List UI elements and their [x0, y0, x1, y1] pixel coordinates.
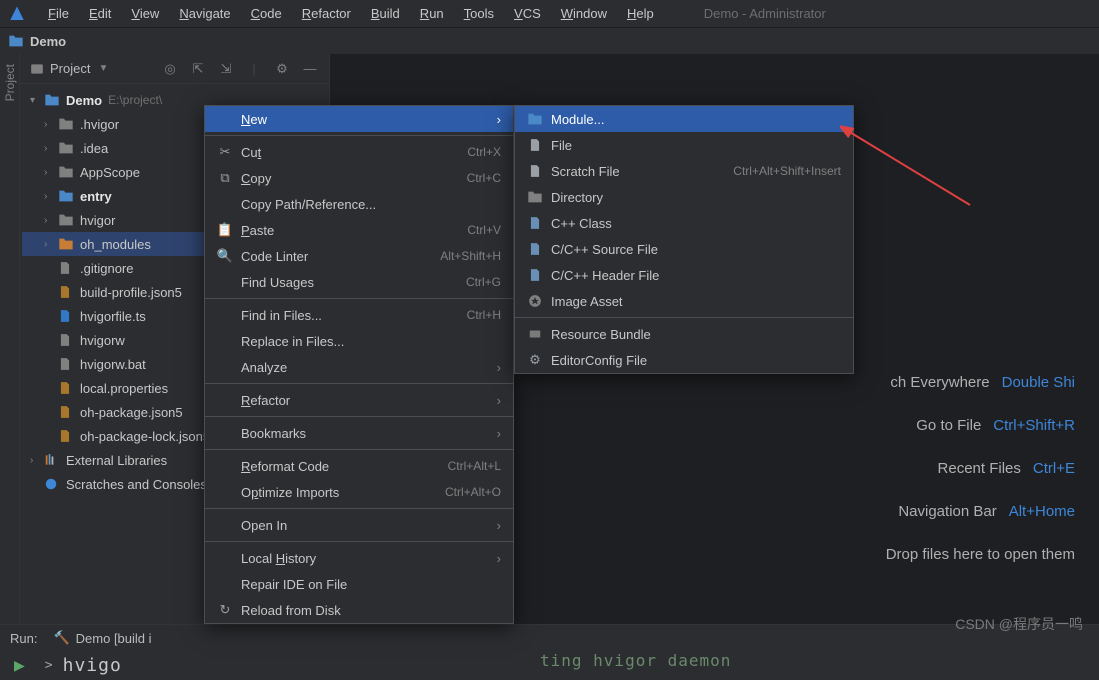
menu-item[interactable]: ⧉CopyCtrl+C	[205, 165, 513, 191]
menu-item[interactable]: Open In›	[205, 512, 513, 538]
menu-item[interactable]: Repair IDE on File	[205, 571, 513, 597]
menu-item[interactable]: File	[515, 132, 853, 158]
side-tab-project[interactable]: Project	[0, 54, 20, 624]
target-icon[interactable]: ◎	[161, 60, 179, 78]
menu-item[interactable]: C/C++ Source File	[515, 236, 853, 262]
menubar: FileEditViewNavigateCodeRefactorBuildRun…	[0, 0, 1099, 28]
menu-item[interactable]: Directory	[515, 184, 853, 210]
watermark: CSDN @程序员一鸣	[955, 614, 1083, 634]
run-config: Demo [build i	[76, 631, 152, 646]
folder-icon	[8, 34, 24, 48]
project-icon	[30, 62, 44, 76]
menu-item[interactable]: Image Asset	[515, 288, 853, 314]
chevron-right-icon: ›	[30, 455, 44, 466]
menu-tools[interactable]: Tools	[454, 2, 504, 25]
welcome-hint: Drop files here to open them	[886, 546, 1075, 563]
menu-item[interactable]: New›	[205, 106, 513, 132]
menu-item[interactable]: Resource Bundle	[515, 321, 853, 347]
context-menu: New› ✂CutCtrl+X⧉CopyCtrl+CCopy Path/Refer…	[204, 105, 514, 624]
divider: |	[245, 60, 263, 78]
breadcrumb[interactable]: Demo	[0, 28, 1099, 54]
menu-vcs[interactable]: VCS	[504, 2, 551, 25]
menu-item[interactable]: Module...	[515, 106, 853, 132]
gear-icon[interactable]: ⚙	[273, 60, 291, 78]
menu-edit[interactable]: Edit	[79, 2, 121, 25]
run-header[interactable]: Run: 🔨 Demo [build i	[0, 625, 1099, 651]
welcome-hint: Navigation BarAlt+Home	[898, 503, 1075, 520]
side-tab-label: Project	[3, 58, 17, 107]
menu-item[interactable]: Scratch FileCtrl+Alt+Shift+Insert	[515, 158, 853, 184]
context-submenu-new: Module...FileScratch FileCtrl+Alt+Shift+…	[514, 105, 854, 374]
panel-header: Project ▼ ◎ ⇱ ⇲ | ⚙ —	[20, 54, 329, 84]
panel-title: Project	[50, 61, 90, 76]
welcome-hint: Go to FileCtrl+Shift+R	[916, 417, 1075, 434]
menu-view[interactable]: View	[121, 2, 169, 25]
chevron-down-icon[interactable]: ▼	[98, 63, 108, 74]
tree-root-path: E:\project\	[108, 93, 162, 107]
minimize-icon[interactable]: —	[301, 60, 319, 78]
menu-item[interactable]: 🔍Code LinterAlt+Shift+H	[205, 243, 513, 269]
chevron-down-icon: ▾	[30, 95, 44, 106]
menu-window[interactable]: Window	[551, 2, 617, 25]
menu-run[interactable]: Run	[410, 2, 454, 25]
menu-item[interactable]: C++ Class	[515, 210, 853, 236]
menu-item[interactable]: Reformat CodeCtrl+Alt+L	[205, 453, 513, 479]
collapse-icon[interactable]: ⇱	[189, 60, 207, 78]
menu-navigate[interactable]: Navigate	[169, 2, 240, 25]
terminal-text: hvigo	[63, 655, 122, 676]
menu-item[interactable]: Analyze›	[205, 354, 513, 380]
play-icon[interactable]: ▶	[14, 657, 25, 674]
tree-root-name: Demo	[66, 93, 102, 108]
welcome-hint: ch EverywhereDouble Shi	[890, 374, 1075, 391]
welcome-hint: Recent FilesCtrl+E	[938, 460, 1075, 477]
menu-build[interactable]: Build	[361, 2, 410, 25]
menu-item[interactable]: ⚙EditorConfig File	[515, 347, 853, 373]
menu-item[interactable]: Find in Files...Ctrl+H	[205, 302, 513, 328]
menu-item[interactable]: C/C++ Header File	[515, 262, 853, 288]
menu-item[interactable]: ↻Reload from Disk	[205, 597, 513, 623]
menu-item[interactable]: Copy Path/Reference...	[205, 191, 513, 217]
terminal-blurb: ting hvigor daemon	[540, 651, 731, 670]
menu-refactor[interactable]: Refactor	[292, 2, 361, 25]
menu-item[interactable]: Refactor›	[205, 387, 513, 413]
breadcrumb-project: Demo	[30, 34, 66, 49]
expand-icon[interactable]: ⇲	[217, 60, 235, 78]
menu-item[interactable]: Local History›	[205, 545, 513, 571]
menu-item[interactable]: 📋PasteCtrl+V	[205, 217, 513, 243]
menu-item[interactable]: ✂CutCtrl+X	[205, 139, 513, 165]
menu-code[interactable]: Code	[241, 2, 292, 25]
menu-item[interactable]: Optimize ImportsCtrl+Alt+O	[205, 479, 513, 505]
window-title: Demo - Administrator	[704, 6, 826, 21]
hammer-icon: 🔨	[53, 630, 69, 646]
menu-item[interactable]: Bookmarks›	[205, 420, 513, 446]
menu-file[interactable]: File	[38, 2, 79, 25]
app-logo-icon	[8, 5, 26, 23]
menu-help[interactable]: Help	[617, 2, 664, 25]
menu-item[interactable]: Find UsagesCtrl+G	[205, 269, 513, 295]
menu-item[interactable]: Replace in Files...	[205, 328, 513, 354]
